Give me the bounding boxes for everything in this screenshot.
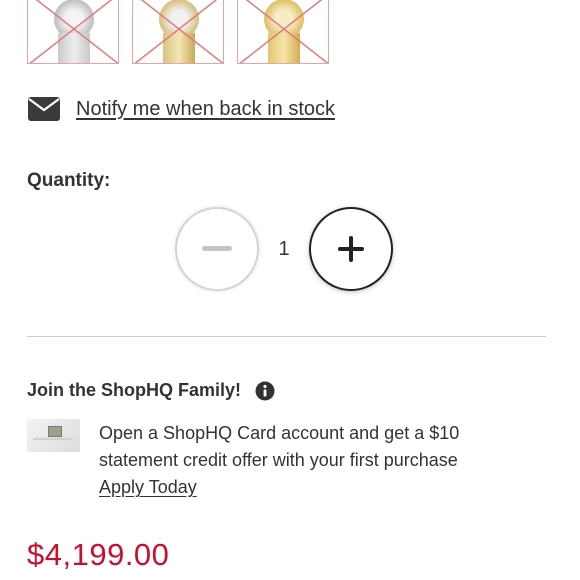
section-divider (27, 336, 546, 337)
family-title: Join the ShopHQ Family! (27, 380, 242, 400)
card-strip (33, 438, 73, 440)
plus-icon (338, 236, 364, 262)
quantity-value: 1 (278, 237, 290, 260)
unavailable-cross-icon (29, 0, 118, 63)
card-offer: Open a ShopHQ Card account and get a $10… (99, 420, 539, 501)
shophq-card-image (27, 419, 80, 452)
minus-icon (202, 246, 232, 251)
product-price: $4,199.00 (27, 537, 170, 572)
unavailable-cross-icon (134, 0, 223, 63)
notify-back-in-stock: Notify me when back in stock (27, 96, 335, 122)
notify-me-link[interactable]: Notify me when back in stock (76, 98, 335, 121)
offer-text-line-2: statement credit offer with your first p… (99, 450, 458, 470)
envelope-icon[interactable] (27, 96, 61, 122)
family-header: Join the ShopHQ Family! (27, 380, 275, 401)
offer-text-line-1: Open a ShopHQ Card account and get a $10 (99, 423, 460, 443)
swatch-gold-unavailable[interactable] (237, 0, 329, 64)
card-chip (48, 426, 62, 437)
apply-today-link[interactable]: Apply Today (99, 477, 197, 497)
increment-button[interactable] (309, 207, 393, 291)
quantity-label: Quantity: (27, 170, 111, 191)
decrement-button[interactable] (175, 207, 259, 291)
color-swatch-row (27, 0, 329, 64)
unavailable-cross-icon (239, 0, 328, 63)
swatch-two-tone-unavailable[interactable] (132, 0, 224, 64)
quantity-stepper: 1 (175, 207, 393, 291)
swatch-silver-unavailable[interactable] (27, 0, 119, 64)
info-icon[interactable] (255, 381, 275, 401)
